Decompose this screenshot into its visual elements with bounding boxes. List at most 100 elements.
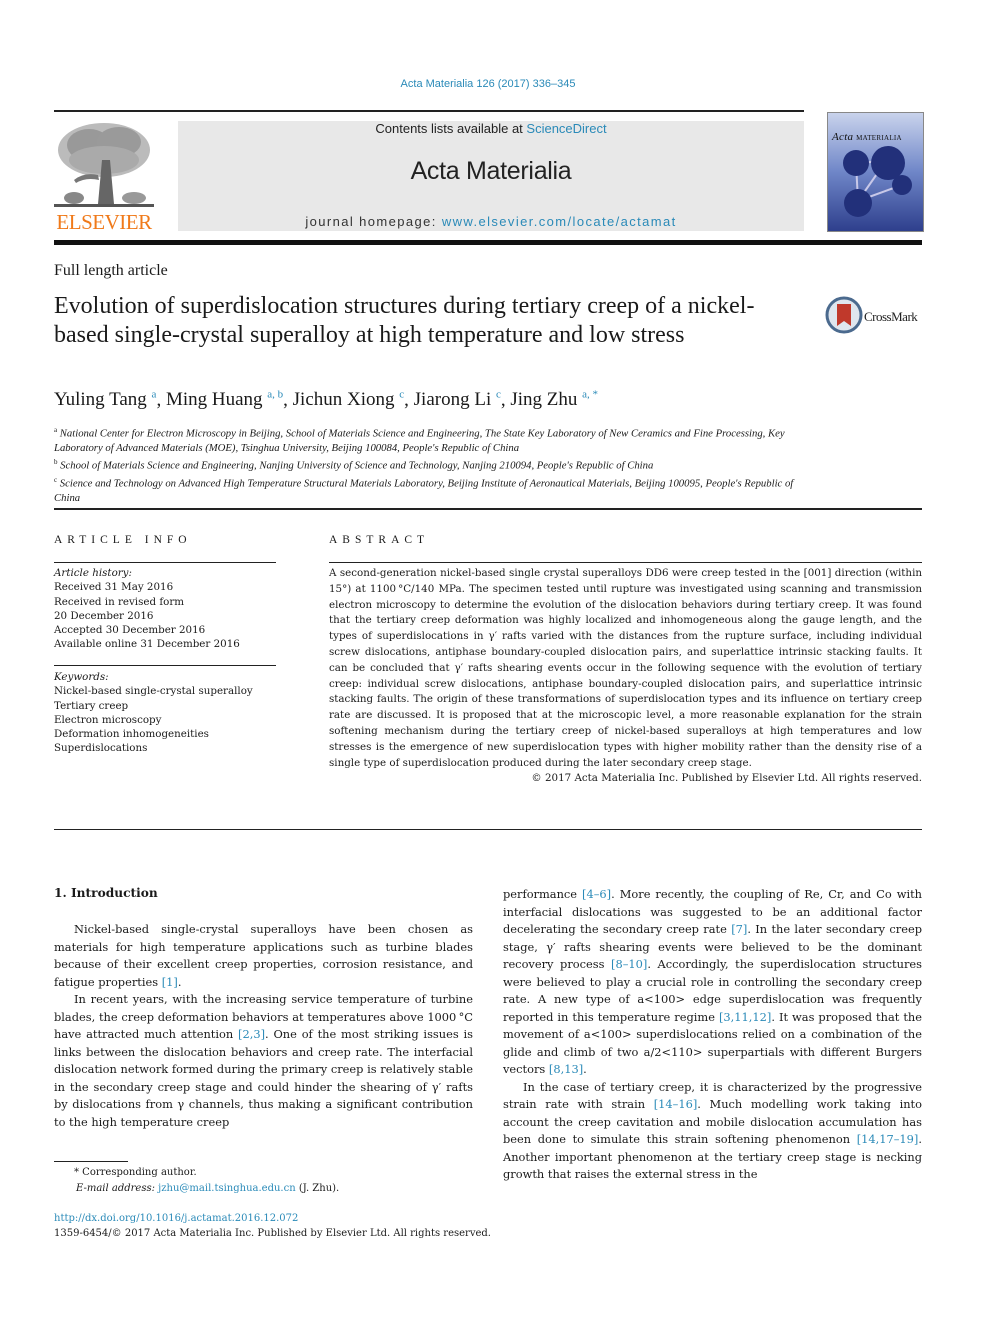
text-run: . One of the most striking issues is lin… — [54, 1027, 473, 1129]
article-type: Full length article — [54, 262, 168, 279]
section-rule — [54, 508, 922, 510]
citation-link[interactable]: [3,11,12] — [719, 1010, 771, 1024]
citation-link[interactable]: [7] — [731, 922, 747, 936]
author[interactable]: Jiarong Li c — [414, 389, 501, 410]
email-note: E-mail address: jzhu@mail.tsinghua.edu.c… — [54, 1181, 339, 1197]
elsevier-wordmark: ELSEVIER — [56, 210, 152, 234]
author-affil-marker[interactable]: a, * — [582, 389, 598, 401]
text-run: performance — [503, 887, 583, 901]
doi-block: http://dx.doi.org/10.1016/j.actamat.2016… — [54, 1211, 491, 1241]
history-item: Accepted 30 December 2016 — [54, 624, 206, 637]
author-affil-marker[interactable]: c — [399, 389, 404, 401]
article-info-rule — [54, 562, 276, 563]
header-thick-rule — [54, 240, 922, 245]
affiliation-text: National Center for Electron Microscopy … — [54, 427, 785, 454]
affiliation-text: School of Materials Science and Engineer… — [60, 459, 654, 472]
history-item: Received 31 May 2016 — [54, 581, 174, 594]
cover-molecule-icon — [843, 146, 912, 217]
article-info-heading: ARTICLE INFO — [54, 534, 192, 546]
history-item: 20 December 2016 — [54, 609, 154, 622]
author-name: Yuling Tang — [54, 389, 147, 411]
homepage-link[interactable]: www.elsevier.com/locate/actamat — [442, 214, 677, 229]
footnotes: * Corresponding author. E-mail address: … — [54, 1165, 339, 1196]
author-name: Jiarong Li — [413, 389, 492, 411]
keywords-rule — [54, 665, 276, 666]
citation-link[interactable]: [14,17–19] — [857, 1132, 919, 1146]
author-affil-marker[interactable]: c — [496, 389, 501, 401]
affiliations: a National Center for Electron Microscop… — [54, 423, 814, 505]
email-label: E-mail address: — [76, 1182, 159, 1194]
homepage-prefix: journal homepage: — [305, 214, 442, 229]
article-history: Article history: Received 31 May 2016 Re… — [54, 566, 276, 652]
email-suffix: (J. Zhu). — [295, 1182, 340, 1194]
affiliation-text: Science and Technology on Advanced High … — [54, 477, 794, 504]
keywords-label: Keywords: — [54, 671, 109, 683]
history-item: Available online 31 December 2016 — [54, 638, 240, 651]
homepage-line: journal homepage: www.elsevier.com/locat… — [178, 214, 804, 229]
affiliation: c Science and Technology on Advanced Hig… — [54, 473, 814, 505]
paragraph: Nickel-based single-crystal superalloys … — [54, 921, 473, 991]
crossmark-button[interactable]: CrossMark — [825, 296, 925, 336]
footnote-rule — [54, 1161, 128, 1162]
citation-link[interactable]: [1] — [162, 975, 178, 989]
header-rule — [54, 110, 804, 112]
affiliation: a National Center for Electron Microscop… — [54, 423, 814, 455]
journal-title: Acta Materialia — [410, 157, 572, 185]
journal-cover[interactable]: Acta MATERIALIA — [827, 112, 924, 232]
affiliation-key: c — [54, 476, 58, 485]
crossmark-icon — [825, 296, 863, 334]
front-matter-rule — [54, 829, 922, 830]
citation-link[interactable]: [14–16] — [654, 1097, 698, 1111]
author-affil-marker[interactable]: a — [152, 389, 157, 401]
abstract-rule — [329, 562, 922, 563]
keyword: Nickel-based single-crystal superalloy — [54, 685, 253, 698]
abstract-body: A second-generation nickel-based single … — [329, 566, 922, 787]
citation-link[interactable]: [2,3] — [238, 1027, 265, 1041]
keyword: Deformation inhomogeneities — [54, 728, 209, 741]
history-label: Article history: — [54, 567, 132, 579]
body-column-left: Nickel-based single-crystal superalloys … — [54, 921, 473, 1148]
citation-link[interactable]: [8,13] — [549, 1062, 583, 1076]
author-name: Jichun Xiong — [292, 389, 395, 411]
keywords: Keywords: Nickel-based single-crystal su… — [54, 670, 276, 756]
author[interactable]: Jichun Xiong c — [293, 389, 405, 410]
tree-icon — [54, 120, 154, 210]
text-run: Nickel-based single-crystal superalloys … — [54, 922, 473, 989]
author-name: Jing Zhu — [510, 389, 578, 411]
author-name: Ming Huang — [165, 389, 263, 411]
author-list: Yuling Tang a, Ming Huang a, b, Jichun X… — [54, 389, 599, 411]
text-run: . — [177, 974, 182, 989]
corresponding-author-note: * Corresponding author. — [74, 1167, 197, 1178]
contents-line: Contents lists available at ScienceDirec… — [178, 121, 804, 136]
affiliation: b School of Materials Science and Engine… — [54, 455, 814, 473]
crossmark-label: CrossMark — [864, 309, 918, 324]
paragraph: In the case of tertiary creep, it is cha… — [503, 1079, 922, 1184]
affiliation-key: b — [54, 458, 58, 467]
affiliation-key: a — [54, 426, 58, 434]
keyword: Electron microscopy — [54, 713, 162, 726]
article-title: Evolution of superdislocation structures… — [54, 293, 755, 348]
abstract-heading: ABSTRACT — [329, 534, 430, 546]
section-heading-introduction: 1. Introduction — [54, 886, 158, 900]
email-link[interactable]: jzhu@mail.tsinghua.edu.cn — [158, 1183, 295, 1194]
history-item: Received in revised form — [54, 595, 185, 608]
keyword: Tertiary creep — [54, 699, 129, 712]
doi-link[interactable]: http://dx.doi.org/10.1016/j.actamat.2016… — [54, 1213, 298, 1224]
contents-prefix: Contents lists available at — [375, 121, 527, 136]
author-affil-marker[interactable]: a, b — [267, 389, 283, 401]
abstract-text: A second-generation nickel-based single … — [329, 567, 922, 769]
elsevier-logo[interactable]: ELSEVIER — [54, 120, 154, 235]
citation-link[interactable]: [8–10] — [611, 957, 647, 971]
journal-citation[interactable]: Acta Materialia 126 (2017) 336–345 — [0, 78, 976, 90]
sciencedirect-link[interactable]: ScienceDirect — [526, 121, 606, 136]
citation-link[interactable]: [4–6] — [582, 887, 611, 901]
journal-banner: Contents lists available at ScienceDirec… — [178, 121, 804, 231]
body-column-right: performance [4–6]. More recently, the co… — [503, 886, 922, 1184]
author[interactable]: Yuling Tang a — [54, 389, 156, 410]
author[interactable]: Ming Huang a, b — [166, 389, 283, 410]
keyword: Superdislocations — [54, 742, 148, 755]
paragraph-continued: performance [4–6]. More recently, the co… — [503, 886, 922, 1079]
issn-copyright: 1359-6454/© 2017 Acta Materialia Inc. Pu… — [54, 1228, 491, 1239]
author[interactable]: Jing Zhu a, * — [510, 389, 598, 410]
paragraph: In recent years, with the increasing ser… — [54, 991, 473, 1148]
